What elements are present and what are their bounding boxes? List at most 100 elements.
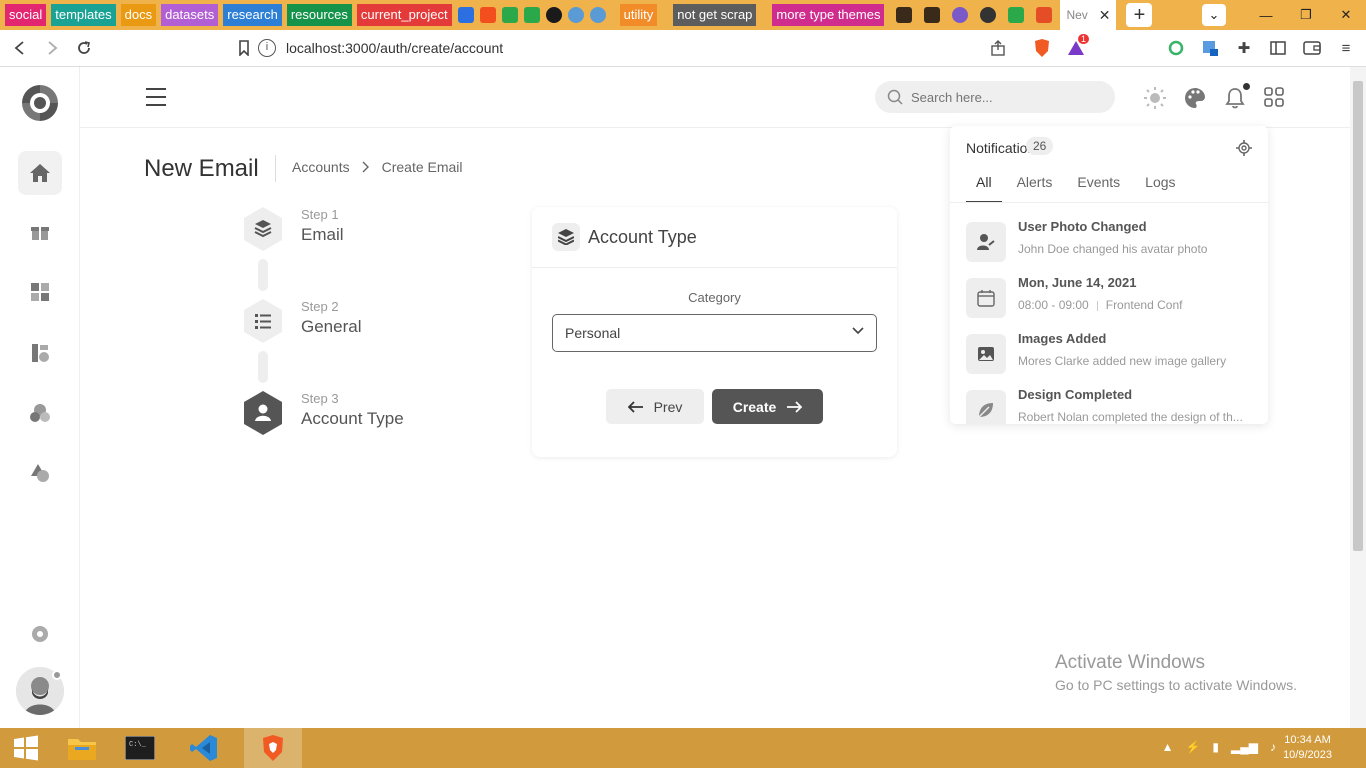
- bookmark-current-project[interactable]: current_project: [356, 4, 452, 26]
- tray-power-icon[interactable]: ⚡: [1185, 740, 1200, 754]
- tab-favicon-11[interactable]: [980, 7, 997, 23]
- tab-search-icon[interactable]: ⌄: [1202, 4, 1226, 26]
- sidebar-toggle-icon[interactable]: [1268, 38, 1288, 58]
- prev-button[interactable]: Prev: [606, 389, 704, 424]
- tab-favicon-4[interactable]: [523, 7, 540, 23]
- tab-favicon-6[interactable]: [567, 7, 584, 23]
- brave-shield-icon[interactable]: [1030, 36, 1054, 60]
- app-logo-icon[interactable]: [20, 83, 60, 123]
- sidebar-triangle-circle-icon[interactable]: [18, 451, 62, 495]
- notification-item[interactable]: Mon, June 14, 2021 08:00 - 09:00 Frontend…: [966, 275, 1256, 328]
- notification-tab-alerts[interactable]: Alerts: [1007, 174, 1063, 203]
- tray-battery-icon[interactable]: ▮: [1212, 740, 1219, 754]
- extensions-puzzle-icon[interactable]: ✚: [1234, 38, 1254, 58]
- bookmark-resources[interactable]: resources: [286, 4, 352, 26]
- tray-volume-icon[interactable]: ♪: [1270, 740, 1276, 754]
- tab-favicon-9[interactable]: [924, 7, 941, 23]
- tab-favicon-7[interactable]: [589, 7, 606, 23]
- tab-favicon-3[interactable]: [501, 7, 518, 23]
- search-input[interactable]: [911, 89, 1091, 105]
- tab-favicon-5[interactable]: [545, 7, 562, 23]
- extension-icon-blue[interactable]: [1200, 38, 1220, 58]
- sidebar: [0, 67, 80, 728]
- tray-network-icon[interactable]: ▂▄▆: [1231, 740, 1258, 754]
- notification-tabs-divider: [950, 202, 1268, 203]
- vscode-icon[interactable]: [178, 728, 230, 768]
- bookmark-docs[interactable]: docs: [120, 4, 157, 26]
- page-scrollbar[interactable]: [1350, 67, 1366, 728]
- bookmark-icon[interactable]: [232, 36, 256, 60]
- user-status-dot: [52, 670, 62, 680]
- theme-sun-icon[interactable]: [1144, 87, 1166, 109]
- create-button-label: Create: [732, 398, 777, 415]
- breadcrumb-accounts[interactable]: Accounts: [292, 159, 350, 175]
- step-general[interactable]: Step 2 General: [242, 298, 361, 344]
- card-title: Account Type: [588, 226, 697, 247]
- taskbar-clock[interactable]: 10:34 AM 10/9/2023: [1283, 733, 1332, 763]
- sidebar-settings-icon[interactable]: [18, 612, 62, 656]
- notification-tab-events[interactable]: Events: [1067, 174, 1130, 203]
- tab-favicon-1[interactable]: [457, 7, 474, 23]
- step-email[interactable]: Step 1 Email: [242, 206, 344, 252]
- close-window-icon[interactable]: ✕: [1326, 7, 1366, 23]
- notification-item[interactable]: Images Added Mores Clarke added new imag…: [966, 331, 1256, 384]
- file-explorer-icon[interactable]: [56, 728, 108, 768]
- category-select[interactable]: Personal: [552, 314, 877, 352]
- sidebar-shapes-icon[interactable]: [18, 391, 62, 435]
- bookmark-social[interactable]: social: [5, 4, 47, 26]
- forward-icon[interactable]: [40, 36, 64, 60]
- wallet-icon[interactable]: [1302, 38, 1322, 58]
- svg-text:C:\_: C:\_: [129, 741, 147, 749]
- palette-icon[interactable]: [1184, 87, 1206, 109]
- back-icon[interactable]: [8, 36, 32, 60]
- apps-grid-icon[interactable]: [1264, 87, 1286, 109]
- windows-start-icon[interactable]: [0, 728, 52, 768]
- share-icon[interactable]: [986, 36, 1010, 60]
- site-info-icon[interactable]: i: [258, 39, 276, 57]
- bookmark-research[interactable]: research: [223, 4, 282, 26]
- notification-tab-all[interactable]: All: [966, 174, 1002, 203]
- bookmark-datasets[interactable]: datasets: [161, 4, 219, 26]
- tab-favicon-10[interactable]: [952, 7, 969, 23]
- active-tab[interactable]: Nev ✕: [1060, 0, 1117, 30]
- bookmark-utility[interactable]: utility: [619, 4, 658, 26]
- brave-browser-icon[interactable]: [244, 728, 302, 768]
- sidebar-home-icon[interactable]: [18, 151, 62, 195]
- bookmark-not-get-scrap[interactable]: not get scrap: [673, 4, 757, 26]
- sidebar-layout-icon[interactable]: [18, 331, 62, 375]
- sidebar-gift-icon[interactable]: [18, 210, 62, 254]
- activate-windows-title: Activate Windows: [1055, 652, 1205, 673]
- tab-favicon-8[interactable]: [896, 7, 913, 23]
- extension-icon-green[interactable]: [1166, 38, 1186, 58]
- tab-favicon-figma[interactable]: [479, 7, 496, 23]
- minimize-icon[interactable]: —: [1246, 8, 1286, 23]
- create-button[interactable]: Create: [712, 389, 823, 424]
- close-tab-icon[interactable]: ✕: [1099, 7, 1111, 24]
- brave-rewards-icon[interactable]: 1: [1064, 34, 1090, 60]
- sidebar-dashboard-icon[interactable]: [18, 270, 62, 314]
- tab-favicon-html5[interactable]: [1036, 7, 1053, 23]
- notification-item[interactable]: Design Completed Robert Nolan completed …: [966, 387, 1256, 424]
- notification-bell-icon[interactable]: [1224, 87, 1246, 109]
- url-field[interactable]: i localhost:3000/auth/create/account: [258, 33, 1028, 63]
- menu-toggle-icon[interactable]: [145, 87, 167, 107]
- notification-settings-gear-icon[interactable]: [1236, 140, 1252, 156]
- reload-icon[interactable]: [72, 36, 96, 60]
- notification-tabs: All Alerts Events Logs: [966, 174, 1191, 203]
- new-tab-button[interactable]: +: [1126, 3, 1153, 27]
- maximize-icon[interactable]: ❐: [1286, 7, 1326, 23]
- tray-chevron-up-icon[interactable]: ▲: [1162, 740, 1174, 754]
- browser-menu-icon[interactable]: ≡: [1336, 38, 1356, 58]
- scrollbar-thumb[interactable]: [1353, 81, 1363, 551]
- notification-subtitle: Robert Nolan completed the design of th.…: [1018, 410, 1243, 424]
- bookmark-more-type-themes[interactable]: more type themes: [772, 4, 885, 26]
- calendar-icon: [966, 278, 1006, 318]
- bookmark-templates[interactable]: templates: [51, 4, 116, 26]
- tab-favicon-12[interactable]: [1008, 7, 1025, 23]
- window-controls: ⌄ — ❐ ✕: [1202, 0, 1366, 30]
- terminal-icon[interactable]: C:\_: [114, 728, 166, 768]
- chevron-down-icon: [852, 327, 864, 335]
- notification-tab-logs[interactable]: Logs: [1135, 174, 1185, 203]
- step-account-type[interactable]: Step 3 Account Type: [242, 390, 404, 436]
- notification-item[interactable]: User Photo Changed John Doe changed his …: [966, 219, 1256, 272]
